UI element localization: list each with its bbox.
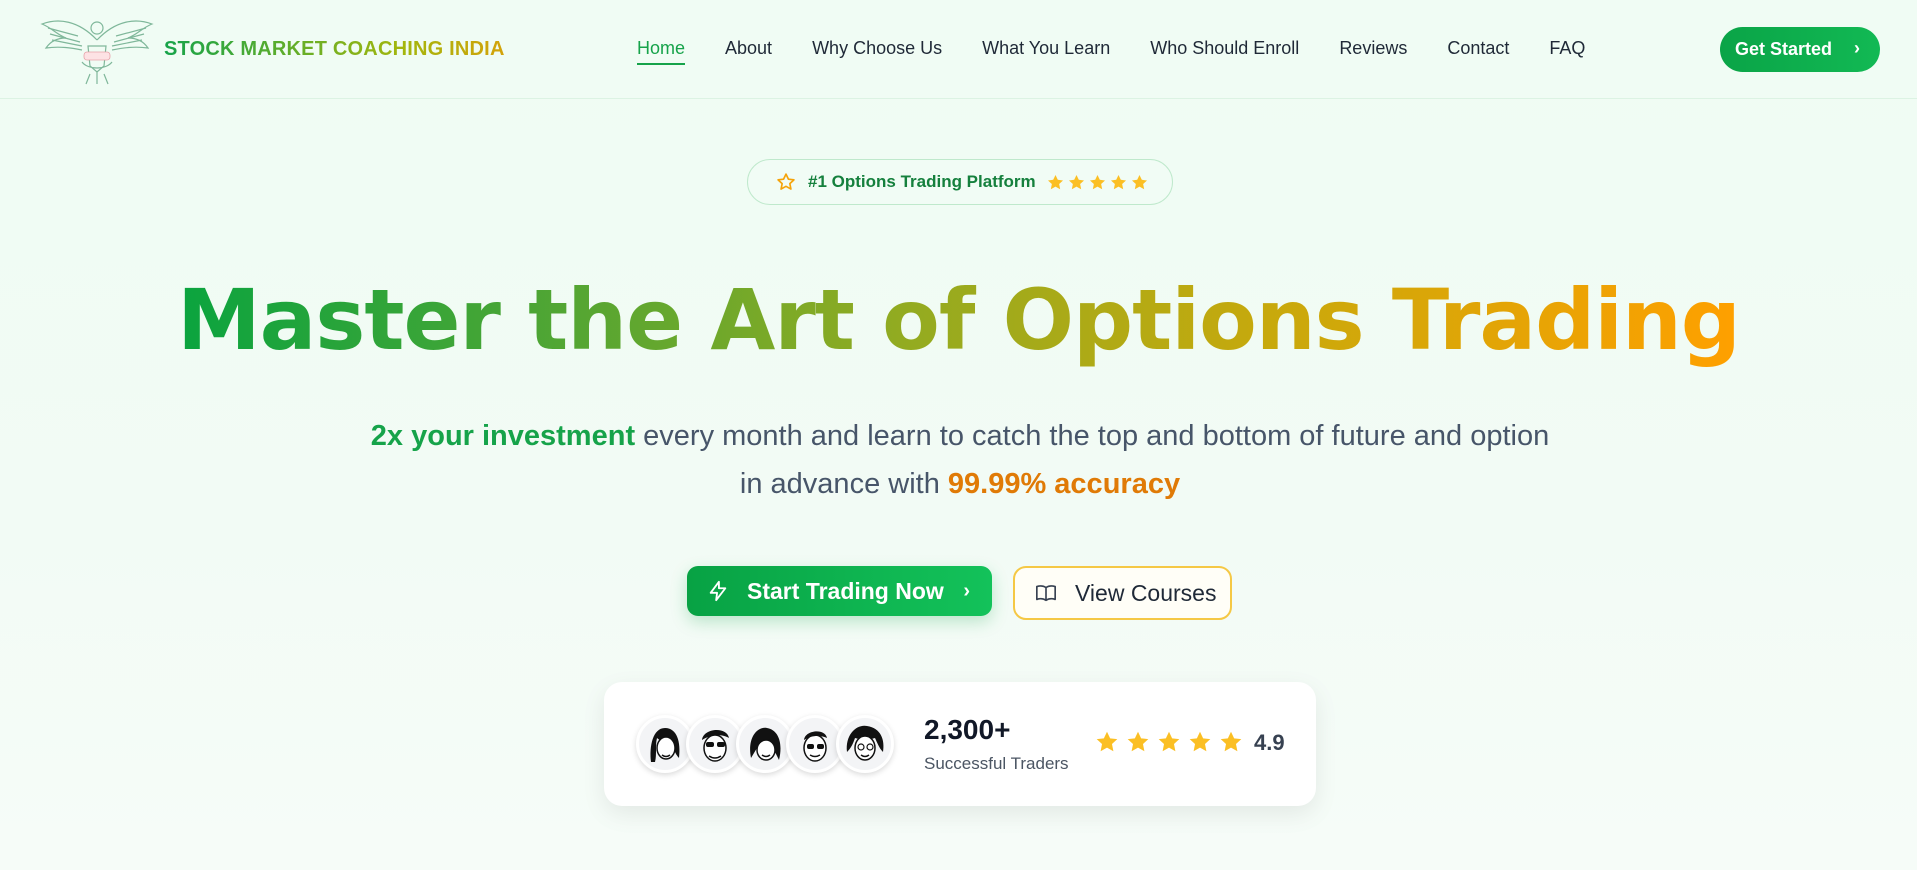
chevron-right-icon: › bbox=[1854, 38, 1860, 58]
hero-headline-text: Master the Art of Options Trading bbox=[177, 271, 1741, 369]
traders-count: 2,300+ bbox=[924, 714, 1011, 745]
rating-stars bbox=[1094, 729, 1244, 755]
star-icon bbox=[1189, 731, 1211, 752]
nav-item-contact[interactable]: Contact bbox=[1447, 38, 1509, 65]
star-icon bbox=[1158, 731, 1180, 752]
stats-card: 2,300+ Successful Traders 4.9 bbox=[604, 682, 1316, 806]
view-courses-label: View Courses bbox=[1075, 579, 1217, 606]
lightning-icon bbox=[709, 580, 727, 602]
nav-item-who-should-enroll[interactable]: Who Should Enroll bbox=[1150, 38, 1299, 65]
eagle-emblem-icon bbox=[40, 20, 154, 85]
subtitle-highlight-accuracy: 99.99% accuracy bbox=[947, 468, 1181, 500]
platform-badge: #1 Options Trading Platform bbox=[747, 159, 1173, 205]
nav-item-why-choose-us[interactable]: Why Choose Us bbox=[812, 38, 942, 65]
rating-value: 4.9 bbox=[1254, 730, 1285, 755]
nav-item-home[interactable]: Home bbox=[637, 38, 686, 65]
star-outline-icon bbox=[777, 173, 795, 190]
star-icon bbox=[1220, 731, 1242, 752]
star-icon bbox=[1047, 174, 1063, 189]
book-open-icon bbox=[1036, 585, 1056, 602]
start-trading-label: Start Trading Now bbox=[747, 577, 944, 604]
main-nav: Home About Why Choose Us What You Learn … bbox=[637, 38, 1625, 65]
chevron-right-icon: › bbox=[963, 579, 970, 602]
star-icon bbox=[1096, 731, 1118, 752]
brand-logo[interactable]: STOCK MARKET COACHING INDIA bbox=[38, 10, 505, 88]
hero-subtitle: 2x your investment every month and learn… bbox=[360, 412, 1560, 508]
traders-count-label: Successful Traders bbox=[924, 754, 1069, 773]
trader-avatars bbox=[636, 715, 894, 773]
nav-item-faq[interactable]: FAQ bbox=[1549, 38, 1585, 65]
star-icon bbox=[1127, 731, 1149, 752]
badge-star-rating bbox=[1046, 173, 1149, 192]
hero-headline: Master the Art of Options Trading bbox=[0, 270, 1917, 371]
nav-item-about[interactable]: About bbox=[725, 38, 772, 65]
view-courses-button[interactable]: View Courses bbox=[1013, 566, 1232, 620]
star-icon bbox=[1089, 174, 1105, 189]
get-started-button[interactable]: Get Started › bbox=[1720, 27, 1880, 72]
star-icon bbox=[1131, 174, 1147, 189]
subtitle-highlight-investment: 2x your investment bbox=[370, 420, 636, 452]
brand-name: STOCK MARKET COACHING INDIA bbox=[164, 37, 505, 60]
get-started-label: Get Started bbox=[1735, 39, 1833, 59]
star-icon bbox=[1110, 174, 1126, 189]
badge-text: #1 Options Trading Platform bbox=[808, 172, 1036, 191]
start-trading-button[interactable]: Start Trading Now › bbox=[687, 566, 992, 616]
site-header: STOCK MARKET COACHING INDIA Home About W… bbox=[0, 0, 1917, 99]
avatar bbox=[836, 715, 894, 773]
nav-item-what-you-learn[interactable]: What You Learn bbox=[982, 38, 1110, 65]
star-icon bbox=[1068, 174, 1084, 189]
nav-item-reviews[interactable]: Reviews bbox=[1339, 38, 1407, 65]
